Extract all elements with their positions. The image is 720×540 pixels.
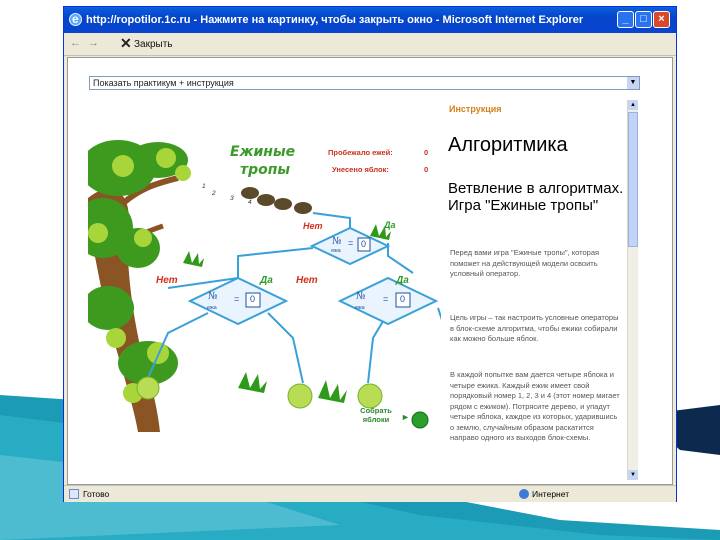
- right-node-sub-label: ежа: [355, 305, 365, 311]
- view-mode-selected-value: Показать практикум + инструкция: [93, 78, 234, 88]
- page-icon: [69, 489, 79, 499]
- chevron-down-icon[interactable]: ▼: [627, 77, 639, 89]
- instruction-scrollbar[interactable]: ▲ ▼: [627, 100, 638, 480]
- top-node-operator: =: [348, 238, 354, 248]
- title-bar[interactable]: http://ropotilor.1c.ru - Нажмите на карт…: [64, 6, 676, 33]
- apples-taken-value: 0: [424, 165, 429, 174]
- instruction-paragraph-1: Перед вами игра "Ежиные тропы", которая …: [450, 248, 600, 278]
- game-title-line1: Ежиные: [230, 144, 296, 160]
- top-node-yes-label: Да: [384, 220, 396, 230]
- instruction-paragraph-3: В каждой попытке вам дается четыре яблок…: [450, 370, 620, 442]
- instruction-title: Алгоритмика: [448, 134, 568, 156]
- right-node-no-label: Нет: [296, 275, 318, 286]
- instruction-header: Инструкция: [449, 104, 502, 114]
- top-node-value[interactable]: 0: [361, 239, 366, 249]
- hedgehog-number: 1: [202, 183, 206, 190]
- collect-apples-label-line2: яблоки: [362, 415, 390, 424]
- left-node-number-sign: №: [208, 291, 218, 302]
- scroll-down-icon[interactable]: ▼: [628, 470, 638, 480]
- right-node-number-sign: №: [356, 291, 366, 302]
- hedgehog-number: 3: [230, 195, 234, 202]
- instruction-subtitle: Ветвление в алгоритмах. Игра "Ежиные тро…: [448, 180, 624, 214]
- browser-window: http://ropotilor.1c.ru - Нажмите на карт…: [63, 6, 677, 502]
- forward-arrow-icon[interactable]: →: [88, 37, 99, 49]
- left-node-value[interactable]: 0: [250, 294, 255, 304]
- collect-apples-button[interactable]: [411, 411, 429, 429]
- hedgehogs-passed-value: 0: [424, 148, 429, 157]
- top-node-sub-label: ежа: [331, 248, 341, 254]
- instruction-panel: Инструкция Алгоритмика Ветвление в алгор…: [444, 100, 626, 480]
- top-node-no-label: Нет: [303, 221, 323, 231]
- back-arrow-icon[interactable]: ←: [70, 37, 81, 49]
- close-button-label[interactable]: Закрыть: [134, 39, 173, 50]
- left-node-sub-label: ежа: [207, 305, 217, 311]
- collect-arrow-icon[interactable]: ►: [401, 412, 410, 422]
- game-title-line2: тропы: [240, 162, 291, 178]
- left-node-operator: =: [234, 294, 240, 304]
- collect-apples-label[interactable]: Собрать яблоки: [352, 406, 400, 424]
- window-title: http://ropotilor.1c.ru - Нажмите на карт…: [86, 14, 584, 26]
- hedgehogs-passed-label: Пробежало ежей:: [328, 148, 393, 157]
- globe-icon: [519, 489, 529, 499]
- apples-taken-label: Унесено яблок:: [332, 165, 389, 174]
- maximize-button[interactable]: □: [635, 11, 652, 28]
- scroll-up-icon[interactable]: ▲: [628, 100, 638, 110]
- collect-apples-label-line1: Собрать: [360, 406, 392, 415]
- right-node-yes-label: Да: [396, 275, 409, 286]
- view-mode-select[interactable]: Показать практикум + инструкция ▼: [89, 76, 640, 90]
- toolbar: ← → ✕ Закрыть: [64, 33, 676, 56]
- top-node-number-sign: №: [332, 236, 342, 247]
- scroll-thumb[interactable]: [628, 112, 638, 247]
- left-node-yes-label: Да: [260, 275, 273, 286]
- right-node-value[interactable]: 0: [400, 294, 405, 304]
- close-x-icon[interactable]: ✕: [120, 35, 132, 52]
- instruction-paragraph-2: Цель игры – так настроить условные опера…: [450, 313, 619, 343]
- hedgehog-number: 2: [212, 190, 216, 197]
- close-window-button[interactable]: ×: [653, 11, 670, 28]
- page-content: Показать практикум + инструкция ▼ Ежиные…: [67, 57, 673, 485]
- status-text: Готово: [83, 489, 110, 499]
- right-node-operator: =: [383, 294, 389, 304]
- minimize-button[interactable]: _: [617, 11, 634, 28]
- hedgehog-number: 4: [248, 199, 252, 206]
- security-zone: Интернет: [532, 489, 570, 499]
- left-node-no-label: Нет: [156, 275, 178, 286]
- status-bar: Готово Интернет: [64, 485, 676, 502]
- ie-logo-icon: [69, 6, 82, 32]
- game-area[interactable]: Ежиные тропы Пробежало ежей: 0 Унесено я…: [88, 138, 441, 432]
